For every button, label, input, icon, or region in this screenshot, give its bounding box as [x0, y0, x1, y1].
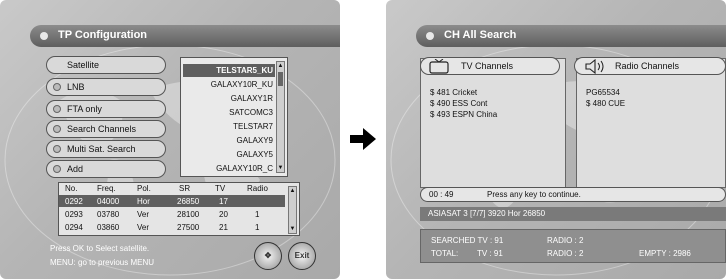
exit-button-label: Exit	[294, 251, 310, 260]
table-row[interactable]: 0292 04000 Hor 26850 17	[59, 195, 285, 207]
cell-sr: 26850	[177, 197, 200, 206]
tv-channels-pane	[420, 58, 566, 188]
radio-bullet-icon	[53, 165, 61, 173]
empty-count: EMPTY : 2986	[639, 249, 691, 258]
title-dot-icon	[40, 32, 48, 40]
satellite-list-scrollbar[interactable]: ▲ ▼	[276, 61, 285, 173]
radio-channels-pane	[576, 58, 726, 188]
navigation-dpad-button[interactable]: ✥	[254, 242, 282, 270]
menu-item-label: Satellite	[67, 60, 100, 70]
cell-pol: Hor	[137, 197, 150, 206]
col-header-pol: Pol.	[137, 184, 151, 193]
search-summary: SEARCHED TV : 91 RADIO : 2 TOTAL: TV : 9…	[420, 229, 726, 263]
col-header-sr: SR	[179, 184, 191, 193]
hint-select-satellite: Press OK to Select satellite.	[50, 244, 150, 253]
searched-radio-count: RADIO : 2	[547, 236, 584, 245]
dpad-icon: ✥	[264, 251, 272, 260]
menu-item-lnb[interactable]: LNB	[46, 78, 166, 96]
cell-freq: 04000	[97, 197, 120, 206]
satellite-option[interactable]: GALAXY9	[183, 134, 275, 147]
radio-bullet-icon	[53, 83, 61, 91]
total-tv-count: TV : 91	[477, 249, 503, 258]
radio-channel-item: PG65534	[586, 88, 620, 97]
menu-item-satellite[interactable]: Satellite	[46, 56, 166, 74]
scroll-thumb[interactable]	[278, 72, 283, 86]
table-row[interactable]: 0294 03860 Ver 27500 21 1	[59, 221, 285, 233]
scroll-down-icon[interactable]: ▼	[277, 164, 284, 172]
tv-channels-label: TV Channels	[461, 61, 514, 71]
scroll-up-icon[interactable]: ▲	[277, 62, 284, 70]
menu-item-label: Search Channels	[67, 124, 137, 134]
radio-channels-header: Radio Channels	[574, 57, 726, 75]
radio-bullet-icon	[53, 105, 61, 113]
radio-bullet-icon	[53, 125, 61, 133]
cell-no: 0293	[65, 210, 83, 219]
transponder-table: No. Freq. Pol. SR TV Radio 0292 04000 Ho…	[58, 182, 300, 236]
arrow-right-icon	[350, 128, 376, 150]
tv-channels-header: TV Channels	[420, 57, 560, 75]
total-label: TOTAL:	[431, 249, 459, 258]
table-row[interactable]: 0293 03780 Ver 28100 20 1	[59, 208, 285, 220]
cell-freq: 03860	[97, 223, 120, 232]
satellite-option-selected[interactable]: TELSTAR5_KU	[183, 64, 275, 77]
radio-channel-item: $ 480 CUE	[586, 99, 626, 108]
elapsed-time: 00 : 49	[429, 190, 454, 199]
title-bar: CH All Search	[416, 25, 726, 47]
scroll-up-icon[interactable]: ▲	[289, 187, 296, 195]
tv-channel-item: $ 481 Cricket	[430, 88, 478, 97]
cell-radio: 1	[255, 223, 260, 232]
menu-item-label: LNB	[67, 82, 85, 92]
cell-sr: 28100	[177, 210, 200, 219]
scroll-down-icon[interactable]: ▼	[289, 225, 296, 233]
menu-item-fta-only[interactable]: FTA only	[46, 100, 166, 118]
cell-tv: 21	[219, 223, 228, 232]
continue-prompt: Press any key to continue.	[487, 190, 581, 199]
radio-bullet-icon	[53, 145, 61, 153]
cell-no: 0294	[65, 223, 83, 232]
satellite-option[interactable]: GALAXY5	[183, 148, 275, 161]
satellite-option[interactable]: GALAXY1R	[183, 92, 275, 105]
tv-icon	[429, 59, 449, 74]
cell-radio: 1	[255, 210, 260, 219]
menu-item-label: FTA only	[67, 104, 102, 114]
menu-item-multi-sat-search[interactable]: Multi Sat. Search	[46, 140, 166, 158]
tv-channel-item: $ 493 ESPN China	[430, 110, 498, 119]
cell-freq: 03780	[97, 210, 120, 219]
scan-status: ASIASAT 3 [7/7] 3920 Hor 26850	[420, 207, 726, 221]
cell-pol: Ver	[137, 223, 150, 232]
satellite-option[interactable]: SATCOMC3	[183, 106, 275, 119]
menu-item-add[interactable]: Add	[46, 160, 166, 178]
menu-item-label: Multi Sat. Search	[67, 144, 136, 154]
exit-button[interactable]: Exit	[288, 242, 316, 270]
cell-tv: 17	[219, 197, 228, 206]
col-header-tv: TV	[215, 184, 226, 193]
cell-sr: 27500	[177, 223, 200, 232]
menu-item-search-channels[interactable]: Search Channels	[46, 120, 166, 138]
satellite-option[interactable]: GALAXY10R_KU	[183, 78, 275, 91]
speaker-icon	[585, 59, 604, 74]
cell-tv: 20	[219, 210, 228, 219]
satellite-option[interactable]: GALAXY10R_C	[183, 162, 275, 175]
cell-no: 0292	[65, 197, 83, 206]
col-header-freq: Freq.	[97, 184, 116, 193]
channel-all-search-screen: CH All Search TV Channels $ 481 Cricket …	[386, 0, 726, 279]
col-header-radio: Radio	[247, 184, 268, 193]
tv-channel-item: $ 490 ESS Cont	[430, 99, 488, 108]
progress-bar: 00 : 49 Press any key to continue.	[420, 187, 726, 202]
title-bar: TP Configuration	[30, 25, 340, 47]
title-dot-icon	[426, 32, 434, 40]
satellite-option[interactable]: TELSTAR7	[183, 120, 275, 133]
col-header-no: No.	[65, 184, 78, 193]
searched-tv-count: SEARCHED TV : 91	[431, 236, 504, 245]
tp-configuration-screen: TP Configuration Satellite LNB FTA only …	[0, 0, 340, 279]
page-title: TP Configuration	[58, 29, 148, 41]
radio-channels-label: Radio Channels	[615, 61, 680, 71]
cell-pol: Ver	[137, 210, 150, 219]
menu-item-label: Add	[67, 164, 84, 174]
table-scrollbar[interactable]: ▲ ▼	[288, 186, 297, 234]
page-title: CH All Search	[444, 29, 517, 41]
satellite-list[interactable]: TELSTAR5_KU GALAXY10R_KU GALAXY1R SATCOM…	[180, 57, 288, 177]
hint-previous-menu: MENU: go to previous MENU	[50, 258, 155, 267]
total-radio-count: RADIO : 2	[547, 249, 584, 258]
